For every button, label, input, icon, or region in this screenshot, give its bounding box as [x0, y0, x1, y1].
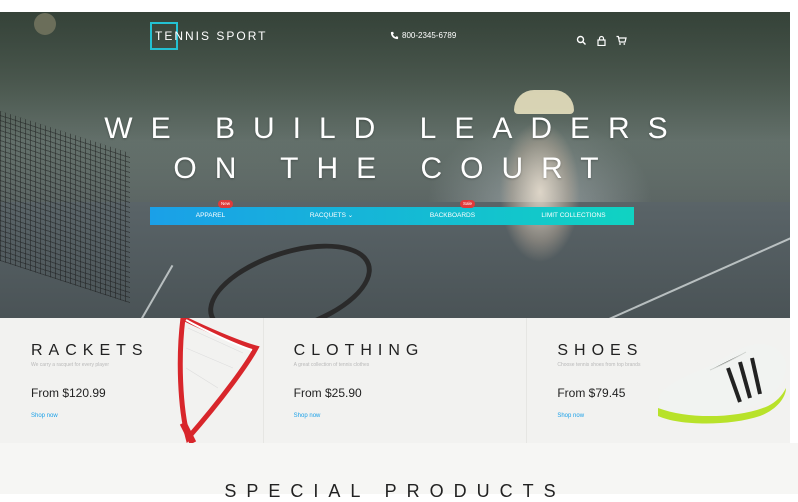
logo-text: TENNIS SPORT	[150, 29, 267, 43]
category-title: SHOES	[557, 342, 644, 359]
sale-badge: Sale	[460, 200, 476, 208]
hero-headline-line2: ON THE COURT	[173, 152, 617, 185]
special-products-section: SPECIAL PRODUCTS	[0, 443, 798, 501]
category-subtitle: Choose tennis shoes from top brands	[557, 362, 641, 368]
nav-item-label: RACQUETS ⌄	[309, 212, 354, 219]
logo-rest: NNIS SPORT	[174, 29, 268, 43]
logo-highlight: TE	[155, 29, 175, 43]
racket-product-image	[177, 318, 260, 443]
category-card-rackets: RACKETS We carry a racquet for every pla…	[0, 318, 264, 443]
category-price: From $25.90	[293, 386, 362, 400]
hero-headline-line1: WE BUILD LEADERS	[104, 112, 686, 145]
nav-item-label: LIMIT COLLECTIONS	[541, 212, 606, 219]
shop-now-link[interactable]: Shop now	[557, 413, 584, 419]
new-badge: New	[218, 200, 234, 208]
category-title: CLOTHING	[293, 342, 425, 359]
phone-contact[interactable]: 800-2345-6789	[390, 31, 456, 40]
site-logo[interactable]: TENNIS SPORT	[150, 22, 267, 50]
nav-item-label: BACKBOARDS	[429, 212, 476, 219]
section-title: SPECIAL PRODUCTS	[224, 481, 566, 501]
phone-number: 800-2345-6789	[402, 31, 457, 40]
nav-item-apparel[interactable]: APPAREL New	[150, 200, 271, 225]
shop-now-link[interactable]: Shop now	[31, 413, 58, 419]
lock-icon[interactable]	[596, 33, 607, 47]
nav-item-label: APPAREL	[195, 212, 226, 219]
header-icons	[576, 33, 627, 47]
nav-item-limit-collections[interactable]: LIMIT COLLECTIONS	[513, 207, 634, 225]
shop-now-link[interactable]: Shop now	[294, 413, 321, 419]
cart-icon[interactable]	[616, 33, 627, 45]
category-nav-bar: APPAREL New RACQUETS ⌄ BACKBOARDS Sale L…	[150, 200, 634, 225]
category-subtitle: We carry a racquet for every player	[31, 362, 109, 368]
category-title: RACKETS	[31, 342, 149, 359]
search-icon[interactable]	[576, 33, 587, 45]
shoe-product-image	[658, 343, 787, 424]
nav-item-racquets[interactable]: RACQUETS ⌄	[271, 207, 392, 225]
nav-item-backboards[interactable]: BACKBOARDS Sale	[392, 200, 513, 225]
player-visor	[514, 90, 574, 114]
tennis-ball	[34, 13, 56, 35]
phone-icon	[390, 31, 399, 40]
category-card-clothing: CLOTHING A great collection of tennis cl…	[264, 318, 528, 443]
category-price: From $79.45	[557, 386, 626, 400]
category-price: From $120.99	[31, 386, 106, 400]
category-subtitle: A great collection of tennis clothes	[293, 362, 370, 368]
